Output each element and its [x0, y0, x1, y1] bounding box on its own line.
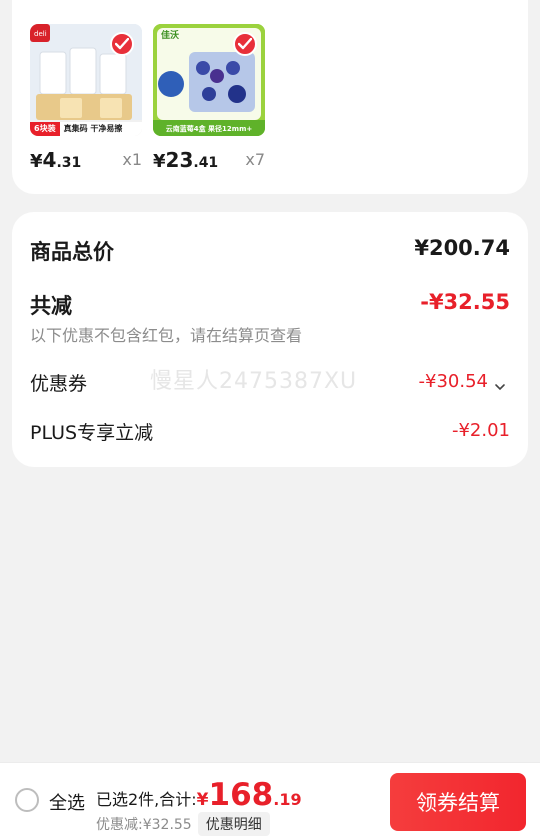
- selected-check-icon[interactable]: [110, 32, 134, 56]
- plus-discount-value: -¥2.01: [451, 420, 510, 441]
- reduce-note: 以下优惠不包含红包，请在结算页查看: [30, 326, 303, 345]
- total-price-value: ¥200.74: [414, 236, 510, 260]
- product-thumbnail[interactable]: deli 6块装 真集码 干净易擦: [30, 24, 142, 136]
- total-decimal: .19: [273, 790, 302, 809]
- discount-detail-button[interactable]: 优惠明细: [197, 812, 270, 836]
- total-price-row: 商品总价 ¥200.74: [30, 236, 510, 264]
- product-badge-strip: 6块装 真集码 干净易擦: [30, 122, 142, 136]
- chevron-down-icon[interactable]: [494, 377, 506, 396]
- total-integer: 168: [208, 777, 274, 813]
- product-quantity: x1: [122, 150, 142, 169]
- price-summary-card: 商品总价 ¥200.74 共减 -¥32.55 以下优惠不包含红包，请在结算页查…: [12, 212, 528, 467]
- reduce-note-row: 以下优惠不包含红包，请在结算页查看: [30, 322, 510, 345]
- product-badge-strip: 云南蓝莓4盒 果径12mm+: [153, 122, 265, 136]
- selected-products-card: deli 6块装 真集码 干净易擦 ¥4.31 x1 佳沃 云南蓝莓4盒 果径1…: [12, 0, 528, 194]
- select-all-label[interactable]: 全选: [49, 789, 85, 815]
- plus-discount-row: PLUS专享立减 -¥2.01: [30, 418, 510, 446]
- coupon-value: -¥30.54: [418, 371, 488, 392]
- select-all-radio[interactable]: [15, 788, 39, 812]
- reduce-label: 共减: [30, 294, 72, 318]
- price-decimal: .31: [56, 155, 82, 171]
- selected-check-icon[interactable]: [233, 32, 257, 56]
- coupon-label: 优惠券: [30, 373, 88, 395]
- badge-desc: 真集码 干净易擦: [59, 122, 142, 136]
- checkout-button[interactable]: 领券结算: [390, 773, 526, 831]
- discount-line: 优惠减:¥32.55 优惠明细: [96, 812, 270, 836]
- badge-count: 6块装: [30, 122, 60, 136]
- discount-text: 优惠减:¥32.55: [96, 817, 192, 833]
- total-price-label: 商品总价: [30, 240, 114, 264]
- checkout-bar: 全选 已选2件,合计:¥168.19 优惠减:¥32.55 优惠明细 领券结算: [0, 762, 540, 838]
- selected-total-line: 已选2件,合计:¥168.19: [96, 777, 302, 813]
- product-thumbnail[interactable]: 佳沃 云南蓝莓4盒 果径12mm+: [153, 24, 265, 136]
- reduce-value: -¥32.55: [420, 290, 510, 314]
- price-currency: ¥: [153, 151, 166, 172]
- total-currency: ¥: [196, 790, 209, 810]
- product-item[interactable]: 佳沃 云南蓝莓4盒 果径12mm+ ¥23.41 x7: [153, 24, 265, 172]
- watermark-text: 慢星人2475387XU: [150, 369, 358, 394]
- price-currency: ¥: [30, 151, 43, 172]
- price-integer: 23: [165, 148, 194, 172]
- selected-count-text: 已选2件,合计:: [96, 790, 197, 809]
- price-decimal: .41: [193, 155, 219, 171]
- plus-discount-label: PLUS专享立减: [30, 422, 154, 444]
- svg-text:佳沃: 佳沃: [161, 29, 179, 41]
- reduce-row: 共减 -¥32.55: [30, 290, 510, 318]
- coupon-row[interactable]: 优惠券 慢星人2475387XU -¥30.54: [30, 369, 510, 397]
- svg-text:deli: deli: [34, 30, 47, 38]
- product-item[interactable]: deli 6块装 真集码 干净易擦 ¥4.31 x1: [30, 24, 142, 172]
- product-quantity: x7: [245, 150, 265, 169]
- price-integer: 4: [42, 148, 57, 172]
- badge-desc: 云南蓝莓4盒 果径12mm+: [165, 125, 253, 133]
- product-price-row: ¥4.31 x1: [30, 148, 142, 172]
- product-price-row: ¥23.41 x7: [153, 148, 265, 172]
